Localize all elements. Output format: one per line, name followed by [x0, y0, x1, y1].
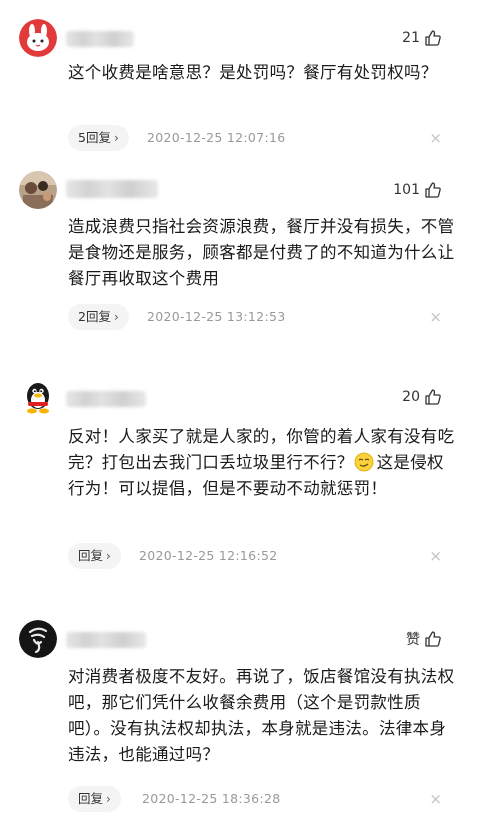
comment-item: 20 反对！人家买了就是人家的，你管的着人家有没有吃完？打包出去我门口丢垃圾里行… [0, 360, 490, 590]
reply-label: 2回复 [78, 309, 111, 324]
comment-item: 101 造成浪费只指社会资源浪费，餐厅并没有损失，不管是食物还是服务，顾客都是付… [0, 160, 490, 350]
like-count: 赞 [406, 632, 420, 648]
reply-button[interactable]: 5回复 › [68, 125, 129, 151]
comment-footer: 2回复 › 2020-12-25 13:12:53 × [68, 304, 490, 330]
chevron-right-icon: › [113, 131, 119, 145]
thumbs-up-icon [424, 388, 442, 406]
username-blurred[interactable] [66, 391, 146, 407]
comment-footer: 回复 › 2020-12-25 12:16:52 × [68, 543, 490, 569]
chevron-right-icon: › [106, 792, 111, 806]
username-blurred[interactable] [66, 632, 146, 648]
like-button[interactable]: 赞 [406, 628, 442, 650]
thumbs-up-icon [424, 181, 442, 199]
avatar[interactable] [19, 378, 57, 416]
like-button[interactable]: 21 [402, 27, 442, 49]
like-button[interactable]: 20 [402, 386, 442, 408]
avatar[interactable] [19, 171, 57, 209]
like-count: 101 [393, 182, 420, 198]
like-count: 21 [402, 30, 420, 46]
avatar[interactable] [19, 19, 57, 57]
reply-button[interactable]: 回复 › [68, 543, 121, 569]
reply-label: 5回复 [78, 130, 111, 145]
comment-text: 造成浪费只指社会资源浪费，餐厅并没有损失，不管是食物还是服务，顾客都是付费了的不… [68, 217, 455, 288]
comment-item: 赞 对消费者极度不友好。再说了，饭店餐馆没有执法权吧，那它们凭什么收餐余费用（这… [0, 600, 490, 819]
thumbs-up-icon [424, 29, 442, 47]
reply-button[interactable]: 2回复 › [68, 304, 129, 330]
comment-text: 对消费者极度不友好。再说了，饭店餐馆没有执法权吧，那它们凭什么收餐余费用（这个是… [68, 667, 455, 764]
close-icon[interactable]: × [429, 304, 442, 330]
smirk-emoji-icon [354, 452, 374, 472]
timestamp: 2020-12-25 12:07:16 [147, 130, 286, 145]
like-button[interactable]: 101 [393, 179, 442, 201]
close-icon[interactable]: × [429, 125, 442, 151]
close-icon[interactable]: × [429, 786, 442, 812]
timestamp: 2020-12-25 13:12:53 [147, 309, 286, 324]
reply-label: 回复 [78, 791, 104, 806]
comment-footer: 回复 › 2020-12-25 18:36:28 × [68, 786, 490, 812]
timestamp: 2020-12-25 18:36:28 [142, 791, 281, 806]
comment-footer: 5回复 › 2020-12-25 12:07:16 × [68, 125, 490, 151]
thumbs-up-icon [424, 630, 442, 648]
close-icon[interactable]: × [429, 543, 442, 569]
reply-label: 回复 [78, 548, 104, 563]
comment-text: 这个收费是啥意思？是处罚吗？餐厅有处罚权吗？ [68, 63, 438, 82]
username-blurred[interactable] [66, 31, 134, 47]
reply-button[interactable]: 回复 › [68, 786, 121, 812]
comment-item: 21 这个收费是啥意思？是处罚吗？餐厅有处罚权吗？ 5回复 › 2020-12-… [0, 0, 490, 160]
comment-text: 反对！人家买了就是人家的，你管的着人家有没有吃完？打包出去我门口丢垃圾里行不行？… [68, 424, 460, 502]
like-count: 20 [402, 389, 420, 405]
chevron-right-icon: › [113, 310, 119, 324]
chevron-right-icon: › [106, 549, 111, 563]
username-blurred[interactable] [66, 180, 158, 198]
timestamp: 2020-12-25 12:16:52 [139, 548, 278, 563]
avatar[interactable] [19, 620, 57, 658]
